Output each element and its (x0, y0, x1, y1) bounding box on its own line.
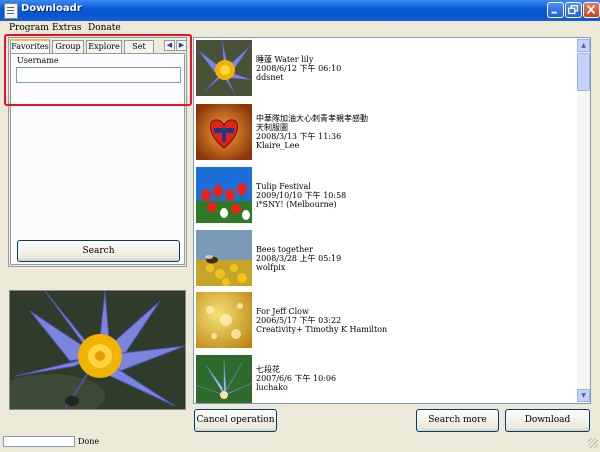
highlight-box (4, 34, 192, 106)
item-date: 2006/5/17 下午 03:22 (256, 316, 342, 325)
scroll-up-button[interactable]: ▲ (577, 39, 590, 52)
item-title: 七段花 (256, 365, 280, 374)
app-icon (4, 3, 18, 19)
search-more-button[interactable]: Search more (416, 409, 499, 432)
item-author: wolfpix (256, 263, 286, 272)
item-title-line2: 天制服圖 (256, 123, 288, 132)
list-item[interactable]: 中華隊加油大心刺青孝親孝感動 天制服圖 2008/3/13 下午 11:36 Klai… (196, 104, 576, 162)
preview-image (9, 290, 186, 410)
minimize-icon (551, 11, 557, 14)
water-lily-thumbnail (196, 40, 252, 96)
water-lily-preview (10, 291, 185, 409)
item-author: i*SNY! (Melbourne) (256, 200, 337, 209)
close-icon (586, 5, 596, 15)
item-date: 2009/10/10 下午 10:58 (256, 191, 347, 200)
list-item[interactable]: Tulip Festival 2009/10/10 下午 10:58 i*SNY! … (196, 167, 576, 225)
minimize-button[interactable] (547, 2, 564, 18)
resize-grip[interactable] (588, 438, 598, 448)
vertical-scrollbar[interactable]: ▲ ▼ (577, 39, 590, 402)
menu-extras[interactable]: Extras (52, 23, 82, 33)
item-author: ddsnet (256, 73, 284, 82)
progress-bar (3, 436, 75, 447)
window-title: Downloadr (21, 3, 82, 14)
water-drops-thumbnail (196, 292, 252, 348)
chevron-down-icon: ▼ (581, 392, 586, 399)
chevron-up-icon: ▲ (581, 42, 586, 49)
status-bar: Done (0, 434, 600, 450)
item-author: luchako (256, 383, 288, 392)
item-date: 2007/6/6 下午 10:06 (256, 374, 337, 383)
list-item[interactable]: For Jeff Clow 2006/5/17 下午 03:22 Creativit… (196, 292, 576, 350)
search-button[interactable]: Search (17, 240, 180, 262)
search-button-label: Search (82, 246, 115, 256)
item-title: Bees together (256, 245, 313, 254)
list-item[interactable]: 七段花 2007/6/6 下午 10:06 luchako (196, 355, 576, 403)
cancel-operation-label: Cancel operation (196, 415, 275, 425)
item-date: 2008/3/28 上午 05:19 (256, 254, 342, 263)
item-author: Creativity+ Timothy K Hamilton (256, 325, 388, 334)
list-item[interactable]: 睡蓮 Water lily 2008/6/12 下午 06:10 ddsnet (196, 40, 576, 98)
item-date: 2008/6/12 下午 06:10 (256, 64, 342, 73)
tulips-thumbnail (196, 167, 252, 223)
list-item[interactable]: Bees together 2008/3/28 上午 05:19 wolfpix (196, 230, 576, 288)
restore-icon (568, 4, 579, 15)
item-author: Klaire_Lee (256, 141, 300, 150)
heart-tattoo-thumbnail (196, 104, 252, 160)
search-more-label: Search more (428, 415, 487, 425)
results-list[interactable]: 睡蓮 Water lily 2008/6/12 下午 06:10 ddsnet 中華… (193, 37, 591, 404)
bees-thumbnail (196, 230, 252, 286)
item-title: 中華隊加油大心刺青孝親孝感動 (256, 114, 368, 123)
menu-donate[interactable]: Donate (88, 23, 121, 33)
menu-program[interactable]: Program (9, 23, 49, 33)
maximize-button[interactable] (565, 2, 582, 18)
status-text: Done (78, 437, 100, 446)
item-title: 睡蓮 Water lily (256, 55, 314, 64)
scrollbar-thumb[interactable] (577, 53, 590, 91)
item-title: For Jeff Clow (256, 307, 309, 316)
download-selected-button[interactable]: Download selected (505, 409, 590, 446)
item-title: Tulip Festival (256, 182, 311, 191)
item-date: 2008/3/13 下午 11:36 (256, 132, 342, 141)
title-bar: Downloadr (0, 0, 600, 21)
scroll-down-button[interactable]: ▼ (577, 389, 590, 402)
close-button[interactable] (583, 2, 600, 18)
blue-flower-thumbnail (196, 355, 252, 403)
cancel-operation-button[interactable]: Cancel operation (194, 409, 277, 432)
